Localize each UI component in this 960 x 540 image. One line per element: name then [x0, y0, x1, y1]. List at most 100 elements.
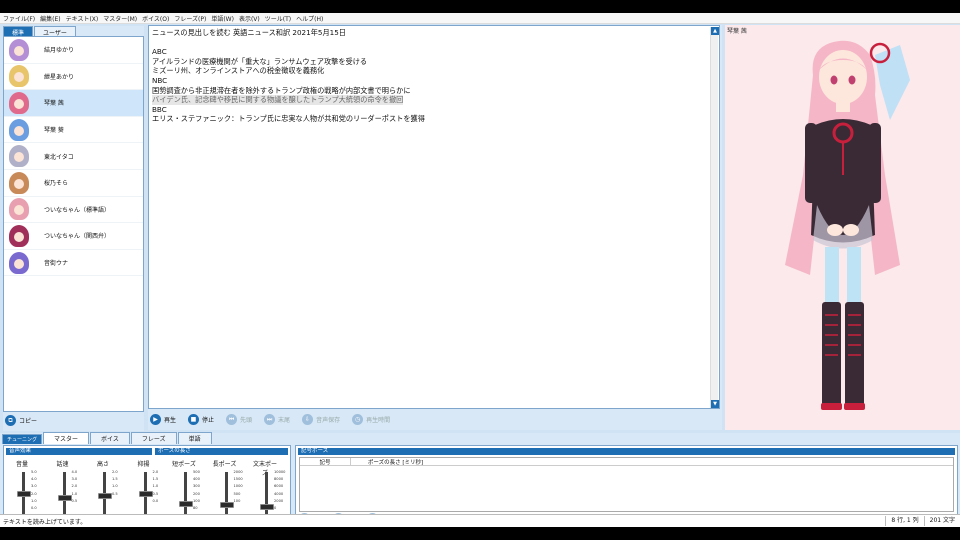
toolbar-button[interactable]: ⏭ 末尾: [264, 414, 290, 425]
tick-label: 2.0: [71, 484, 78, 489]
editor-scrollbar[interactable]: ▲ ▼: [710, 27, 719, 408]
slider-thumb[interactable]: [57, 495, 72, 502]
save-audio-icon: ⇩: [302, 414, 314, 425]
tick-label: 5.0: [31, 470, 37, 474]
voice-item[interactable]: ついなちゃん（関西弁）: [4, 223, 143, 250]
col-symbol[interactable]: 記号: [300, 458, 350, 466]
tuning-tabs: チューニング マスター ボイス フレーズ 単語: [0, 432, 960, 444]
tick-label: 2000: [274, 498, 284, 503]
editor-line: 国勢調査から非正規滞在者を除外するトランプ政権の戦略が内部文書で明らかに: [152, 85, 411, 95]
pause-length-header: ポーズの長さ: [155, 448, 288, 455]
menu-item[interactable]: テキスト(X): [66, 14, 99, 23]
voice-name: 桜乃そら: [44, 180, 69, 188]
tab-user[interactable]: ユーザー: [34, 26, 76, 37]
copy-label: コピー: [19, 418, 38, 425]
voice-name: 東北イタコ: [44, 153, 74, 161]
toolbar-button[interactable]: ⇩ 音声保存: [302, 414, 340, 425]
menu-item[interactable]: フレーズ(P): [174, 14, 206, 23]
menu-item[interactable]: ファイル(F): [3, 14, 35, 23]
toolbar-button[interactable]: ■ 停止: [188, 414, 214, 425]
slider-track[interactable]: [62, 472, 66, 516]
scroll-down-icon[interactable]: ▼: [711, 400, 719, 408]
char-count: 201 文字: [923, 516, 960, 526]
slider-thumb[interactable]: [260, 504, 274, 511]
tick-label: 1.5: [152, 477, 159, 482]
slider-label: 話速: [56, 461, 69, 468]
toolbar-label: 末尾: [278, 417, 291, 424]
voice-name: 琴葉 葵: [44, 127, 64, 135]
tick-label: 100: [193, 498, 200, 503]
copy-icon: ⧉: [5, 415, 16, 426]
text-editor[interactable]: ニュースの見出しを読む 英語ニュース和訳 2021年5月15日 ABC アイルランド…: [148, 25, 720, 409]
voice-item[interactable]: 琴葉 葵: [4, 117, 143, 144]
tab-phrase[interactable]: フレーズ: [130, 432, 177, 444]
editor-line: ミズーリ州、オンラインストアへの税金徴収を義務化: [152, 66, 325, 76]
voice-avatar: [9, 118, 29, 141]
tick-label: 3.0: [71, 477, 78, 482]
menu-item[interactable]: マスター(M): [103, 14, 137, 23]
slider-track[interactable]: [224, 472, 228, 516]
tab-word[interactable]: 単語: [177, 432, 212, 444]
tick-label: 0.5: [112, 491, 118, 496]
tick-label: 2.0: [112, 470, 118, 474]
tab-voice[interactable]: ボイス: [90, 432, 130, 444]
copy-button[interactable]: ⧉ コピー: [5, 415, 37, 426]
menu-item[interactable]: 単語(W): [211, 14, 234, 23]
voice-item[interactable]: 結月ゆかり: [4, 37, 143, 64]
menu-item[interactable]: ヘルプ(H): [296, 14, 323, 23]
voice-item[interactable]: 紲星あかり: [4, 64, 143, 91]
tick-label: 10000: [274, 470, 286, 474]
editor-line: NBC: [152, 75, 168, 85]
voice-name: 音街ウナ: [44, 260, 69, 268]
symbol-pause-header: 記号ポーズ: [298, 448, 955, 455]
voice-item[interactable]: 桜乃そら: [4, 170, 143, 197]
slider-thumb[interactable]: [138, 491, 153, 497]
toolbar-button[interactable]: ◷ 再生時間: [352, 414, 390, 425]
tick-label: 2.0: [31, 491, 37, 496]
menu-bar: ファイル(F) 編集(E) テキスト(X) マスター(M) ボイス(O) フレーズ(P) 単…: [0, 13, 960, 24]
voice-list: 結月ゆかり 紲星あかり琴葉 茜琴葉 葵東北イタコ桜乃そらついなちゃん（標準語） つい…: [3, 36, 144, 412]
menu-item[interactable]: 編集(E): [40, 14, 60, 23]
editor-line: エリス・ステファニック：トランプ氏に忠実な人物が共和党のリーダーポストを獲得: [152, 114, 425, 124]
editor-line: ニュースの見出しを読む 英語ニュース和訳 2021年5月15日: [152, 28, 346, 37]
symbol-pause-panel: 記号ポーズ 記号 ポーズの長さ [ミリ秒] +新規✎変更✕削除: [295, 445, 958, 525]
tab-master[interactable]: マスター: [43, 432, 90, 444]
tick-label: 1.0: [31, 498, 37, 503]
master-settings: 音声効果 ポーズの長さ 音量 5.0 4.0 3.0 2.0 1.0 0.0 話速 4.0 3.0…: [3, 445, 291, 525]
tick-label: 4.0: [31, 477, 37, 482]
voice-item[interactable]: ついなちゃん（標準語）: [4, 197, 143, 224]
slider-label: 長ポーズ: [212, 461, 237, 468]
app-window: ファイル(F) 編集(E) テキスト(X) マスター(M) ボイス(O) フレーズ(P) 単…: [0, 13, 960, 527]
tick-label: 4000: [274, 491, 284, 496]
slider-thumb[interactable]: [98, 493, 112, 500]
voice-item[interactable]: 東北イタコ: [4, 143, 143, 170]
editor-line: ABC: [152, 47, 167, 57]
menu-item[interactable]: ツール(T): [265, 14, 291, 23]
tick-label: 8000: [274, 477, 284, 482]
scroll-up-icon[interactable]: ▲: [711, 27, 719, 35]
slider-thumb[interactable]: [17, 491, 31, 497]
toolbar-button[interactable]: ▶ 再生: [150, 414, 176, 425]
slider-thumb[interactable]: [219, 502, 234, 508]
slider-track[interactable]: [184, 472, 187, 516]
menu-item[interactable]: 表示(V): [239, 14, 260, 23]
voice-avatar: [9, 198, 29, 221]
menu-item[interactable]: ボイス(O): [142, 14, 169, 23]
symbol-pause-table[interactable]: 記号 ポーズの長さ [ミリ秒]: [299, 457, 954, 512]
col-pause-length[interactable]: ポーズの長さ [ミリ秒]: [350, 458, 440, 466]
slider-thumb[interactable]: [179, 500, 193, 507]
tick-label: 1.0: [71, 491, 78, 496]
tab-standard[interactable]: 標準: [3, 26, 34, 37]
voice-item[interactable]: 琴葉 茜: [4, 90, 143, 117]
voice-item[interactable]: 音街ウナ: [4, 250, 143, 277]
toolbar-label: 先頭: [240, 417, 253, 424]
voice-avatar: [9, 224, 29, 247]
voice-name: ついなちゃん（関西弁）: [44, 233, 111, 241]
character-name: 琴葉 茜: [727, 28, 747, 35]
toolbar-button[interactable]: ⏮ 先頭: [226, 414, 252, 425]
slider-ticks: 2.0 1.5 1.0 0.5: [112, 469, 118, 498]
editor-line: BBC: [152, 104, 167, 114]
tab-tuning[interactable]: チューニング: [2, 434, 43, 444]
voice-name: 琴葉 茜: [44, 100, 64, 108]
